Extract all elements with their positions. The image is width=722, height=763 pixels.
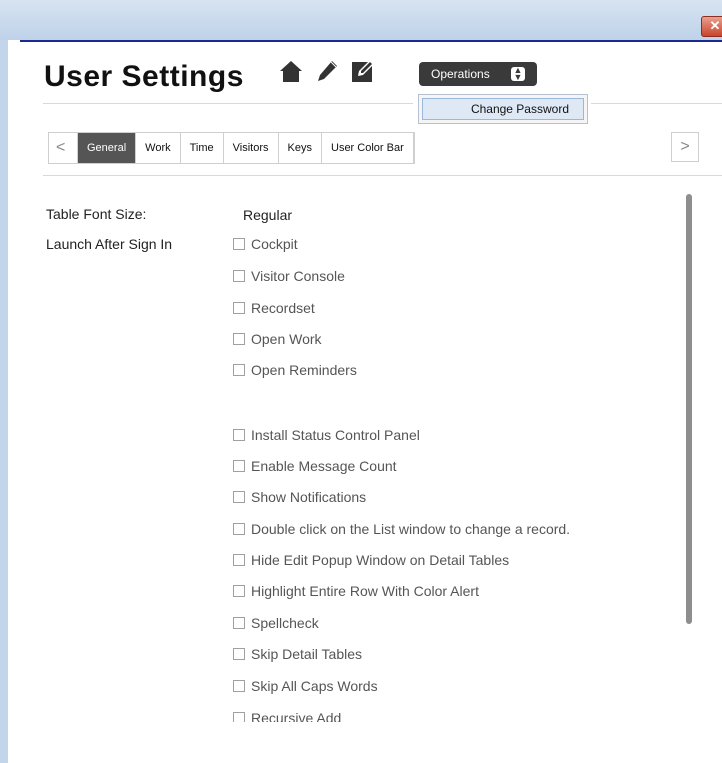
operations-button[interactable]: Operations ▲ ▼ (419, 62, 537, 86)
launch-option-open-reminders[interactable]: Open Reminders (233, 360, 357, 380)
change-password-menu-item[interactable]: Change Password (422, 98, 584, 120)
tab-next-button[interactable]: > (671, 132, 699, 162)
checkbox[interactable] (233, 523, 245, 535)
title-icon-group (278, 58, 376, 84)
tab-general[interactable]: General (78, 133, 137, 163)
edit-box-icon[interactable] (350, 58, 376, 84)
divider (43, 103, 413, 104)
vertical-scrollbar[interactable] (686, 194, 692, 624)
checkbox[interactable] (233, 302, 245, 314)
operations-menu: Change Password (418, 94, 588, 124)
window-titlebar (0, 0, 722, 40)
checkbox[interactable] (233, 364, 245, 376)
option-recursive-add[interactable]: Recursive Add (233, 708, 341, 722)
accent-line (20, 40, 722, 42)
table-font-size-label: Table Font Size: (46, 206, 147, 222)
clipped-option-area: Recursive Add (223, 708, 693, 722)
option-hide-edit-popup-window[interactable]: Hide Edit Popup Window on Detail Tables (233, 550, 509, 570)
checkbox[interactable] (233, 712, 245, 722)
launch-after-sign-in-label: Launch After Sign In (46, 236, 173, 252)
tab-keys[interactable]: Keys (279, 133, 322, 163)
home-icon[interactable] (278, 58, 304, 84)
launch-option-recordset[interactable]: Recordset (233, 298, 315, 318)
launch-option-visitor-console[interactable]: Visitor Console (233, 266, 345, 286)
operations-label: Operations (431, 67, 490, 81)
divider (43, 175, 722, 176)
page-title: User Settings (44, 60, 244, 93)
option-show-notifications[interactable]: Show Notifications (233, 487, 366, 507)
tab-time[interactable]: Time (181, 133, 224, 163)
option-install-status-control-panel[interactable]: Install Status Control Panel (233, 425, 420, 445)
checkbox[interactable] (233, 491, 245, 503)
settings-panel: User Settings Operations ▲ ▼ Change Passw… (8, 40, 722, 763)
checkbox[interactable] (233, 554, 245, 566)
checkbox[interactable] (233, 270, 245, 282)
checkbox[interactable] (233, 680, 245, 692)
option-highlight-entire-row[interactable]: Highlight Entire Row With Color Alert (233, 581, 479, 601)
option-double-click-list-window[interactable]: Double click on the List window to chang… (233, 519, 570, 539)
launch-option-cockpit[interactable]: Cockpit (233, 234, 298, 254)
window-close-button[interactable]: ✕ (701, 16, 722, 37)
option-skip-detail-tables[interactable]: Skip Detail Tables (233, 644, 362, 664)
checkbox[interactable] (233, 648, 245, 660)
checkbox[interactable] (233, 460, 245, 472)
pencil-icon[interactable] (314, 58, 340, 84)
window-frame (0, 40, 8, 763)
option-spellcheck[interactable]: Spellcheck (233, 613, 319, 633)
checkbox[interactable] (233, 238, 245, 250)
tab-bar: < General Work Time Visitors Keys User C… (48, 132, 415, 164)
option-skip-all-caps-words[interactable]: Skip All Caps Words (233, 676, 378, 696)
tab-work[interactable]: Work (136, 133, 181, 163)
tab-visitors[interactable]: Visitors (224, 133, 279, 163)
checkbox[interactable] (233, 585, 245, 597)
up-down-arrow-icon: ▲ ▼ (511, 66, 525, 82)
option-enable-message-count[interactable]: Enable Message Count (233, 456, 397, 476)
table-font-size-value[interactable]: Regular (243, 207, 292, 223)
tab-prev-button[interactable]: < (49, 133, 78, 163)
checkbox[interactable] (233, 617, 245, 629)
checkbox[interactable] (233, 333, 245, 345)
launch-option-open-work[interactable]: Open Work (233, 329, 322, 349)
checkbox[interactable] (233, 429, 245, 441)
tab-user-color-bar[interactable]: User Color Bar (322, 133, 414, 163)
divider (591, 103, 722, 104)
